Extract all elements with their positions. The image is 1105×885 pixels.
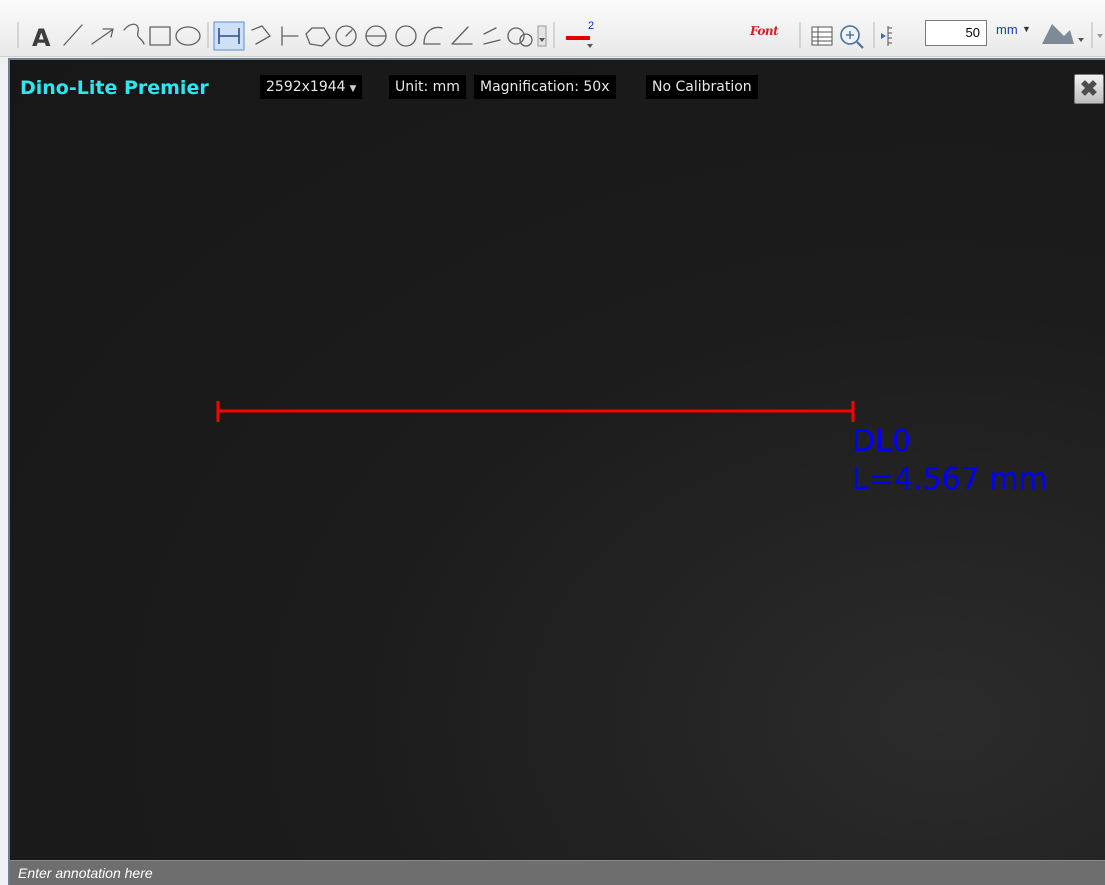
measurement-name: DL0 xyxy=(852,424,911,459)
rectangle-tool-icon[interactable] xyxy=(149,26,171,46)
line-tool-icon[interactable] xyxy=(63,24,83,46)
font-button[interactable]: Font xyxy=(750,24,779,38)
distance-measurement-line[interactable] xyxy=(216,401,855,422)
unit-selector[interactable]: mm ▼ xyxy=(994,18,1034,46)
four-point-angle-icon[interactable] xyxy=(483,27,501,45)
parallel-line-measure-icon[interactable] xyxy=(281,26,299,46)
angle-measure-icon[interactable] xyxy=(451,26,473,45)
annotation-input[interactable] xyxy=(10,861,1103,885)
svg-text:A: A xyxy=(32,24,51,52)
polygon-measure-icon[interactable] xyxy=(305,27,331,47)
freehand-tool-icon[interactable] xyxy=(123,23,145,45)
font-button-label: Font xyxy=(750,24,779,38)
magnification-input[interactable]: 50 xyxy=(925,20,987,46)
arrow-tool-icon[interactable] xyxy=(91,28,114,45)
ellipse-tool-icon[interactable] xyxy=(175,26,201,46)
microscope-viewer[interactable]: Dino-Lite Premier 2592x1944 ▼ Unit: mm Ma… xyxy=(8,58,1105,885)
distance-measure-icon[interactable] xyxy=(213,21,245,51)
magnification-input-value: 50 xyxy=(965,25,980,40)
center-distance-icon[interactable] xyxy=(507,27,533,47)
more-tools-dropdown-icon[interactable] xyxy=(537,25,547,47)
circle-diameter-measure-icon[interactable] xyxy=(365,25,387,47)
circle-3point-measure-icon[interactable] xyxy=(395,25,417,47)
circle-center-measure-icon[interactable] xyxy=(335,25,357,47)
line-width-icon[interactable] xyxy=(566,36,593,48)
text-tool-icon[interactable]: A xyxy=(32,24,51,52)
unit-selector-label: mm xyxy=(996,22,1018,37)
arc-measure-icon[interactable] xyxy=(423,26,443,45)
measurement-length: L=4.567 mm xyxy=(852,462,1048,497)
line-width-value: 2 xyxy=(588,20,595,32)
polyline-measure-icon[interactable] xyxy=(251,25,271,45)
chevron-down-icon: ▼ xyxy=(1022,24,1031,34)
annotation-bar xyxy=(10,860,1105,885)
measurement-toolbar: A 2 Font 50 mm ▼ xyxy=(0,0,1105,57)
